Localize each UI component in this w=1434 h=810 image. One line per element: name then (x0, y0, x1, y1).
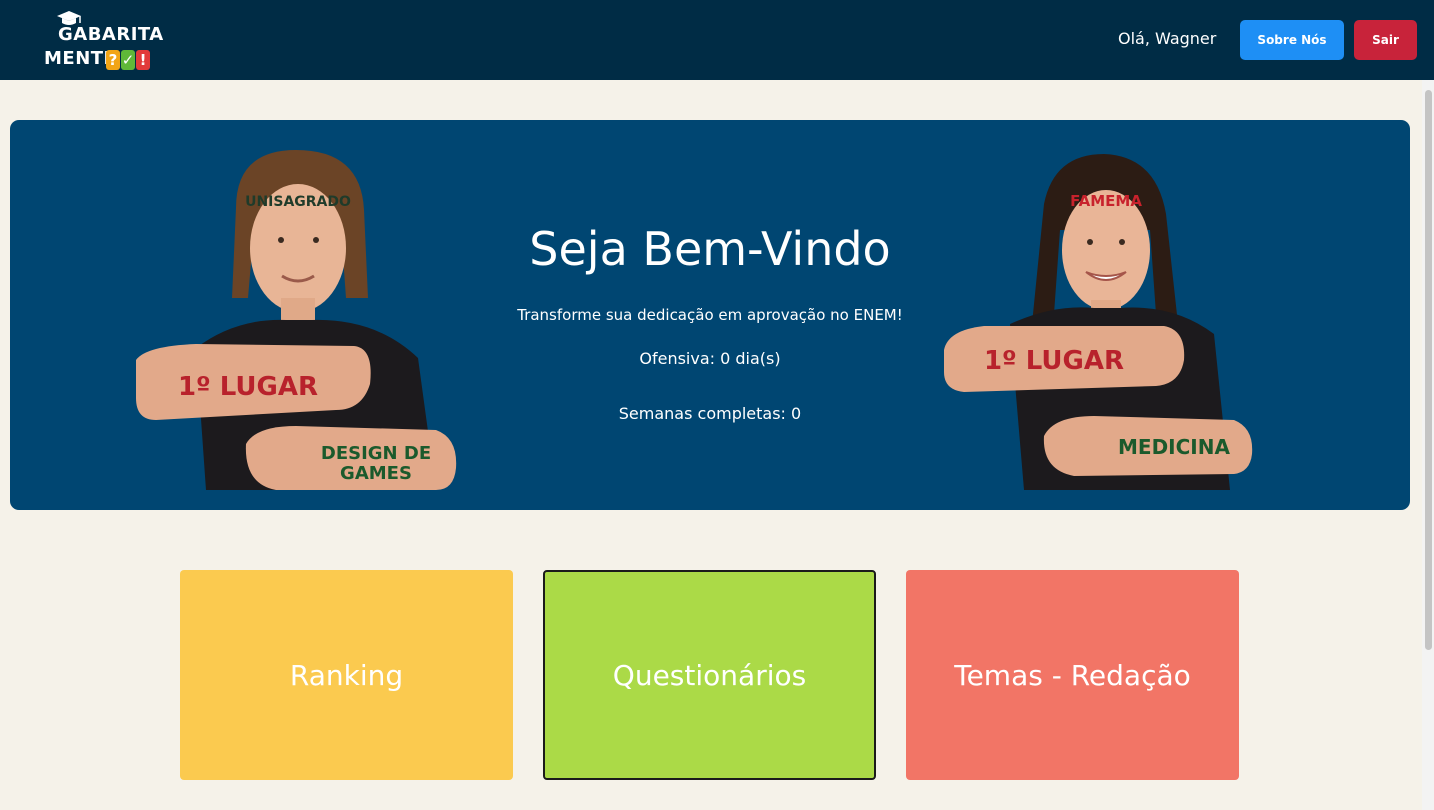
logo-marks: ? ✓ ! (106, 50, 150, 72)
arm-text-right-bottom: MEDICINA (1118, 435, 1230, 459)
quizzes-card[interactable]: Questionários (543, 570, 876, 780)
exclamation-mark-icon: ! (136, 50, 150, 70)
forehead-text-right: FAMEMA (1070, 192, 1142, 210)
welcome-banner: UNISAGRADO 1º LUGAR DESIGN DE GAMES Seja… (10, 120, 1410, 510)
top-navbar: GABARITA MENTE ? ✓ ! Olá, Wagner Sobre N… (0, 0, 1434, 80)
user-greeting: Olá, Wagner (1118, 29, 1217, 48)
essay-topics-card[interactable]: Temas - Redação (906, 570, 1239, 780)
page-scrollbar[interactable] (1422, 80, 1434, 810)
forehead-text-left: UNISAGRADO (245, 194, 351, 210)
question-mark-icon: ? (106, 50, 120, 70)
arm-text-left-bottom-2: GAMES (340, 463, 412, 484)
scrollbar-thumb[interactable] (1425, 90, 1432, 650)
about-us-button[interactable]: Sobre Nós (1240, 20, 1344, 60)
arm-text-left-top: 1º LUGAR (178, 372, 318, 402)
check-mark-icon: ✓ (121, 50, 135, 70)
logout-button[interactable]: Sair (1354, 20, 1417, 60)
arm-text-left-bottom-1: DESIGN DE (321, 443, 431, 464)
arm-text-right-top: 1º LUGAR (984, 346, 1124, 376)
ranking-card[interactable]: Ranking (180, 570, 513, 780)
student-photo-right: FAMEMA 1º LUGAR MEDICINA (944, 154, 1253, 490)
logo-text-line1: GABARITA (58, 24, 164, 45)
gabarita-mente-logo[interactable]: GABARITA MENTE ? ✓ ! (44, 10, 164, 74)
